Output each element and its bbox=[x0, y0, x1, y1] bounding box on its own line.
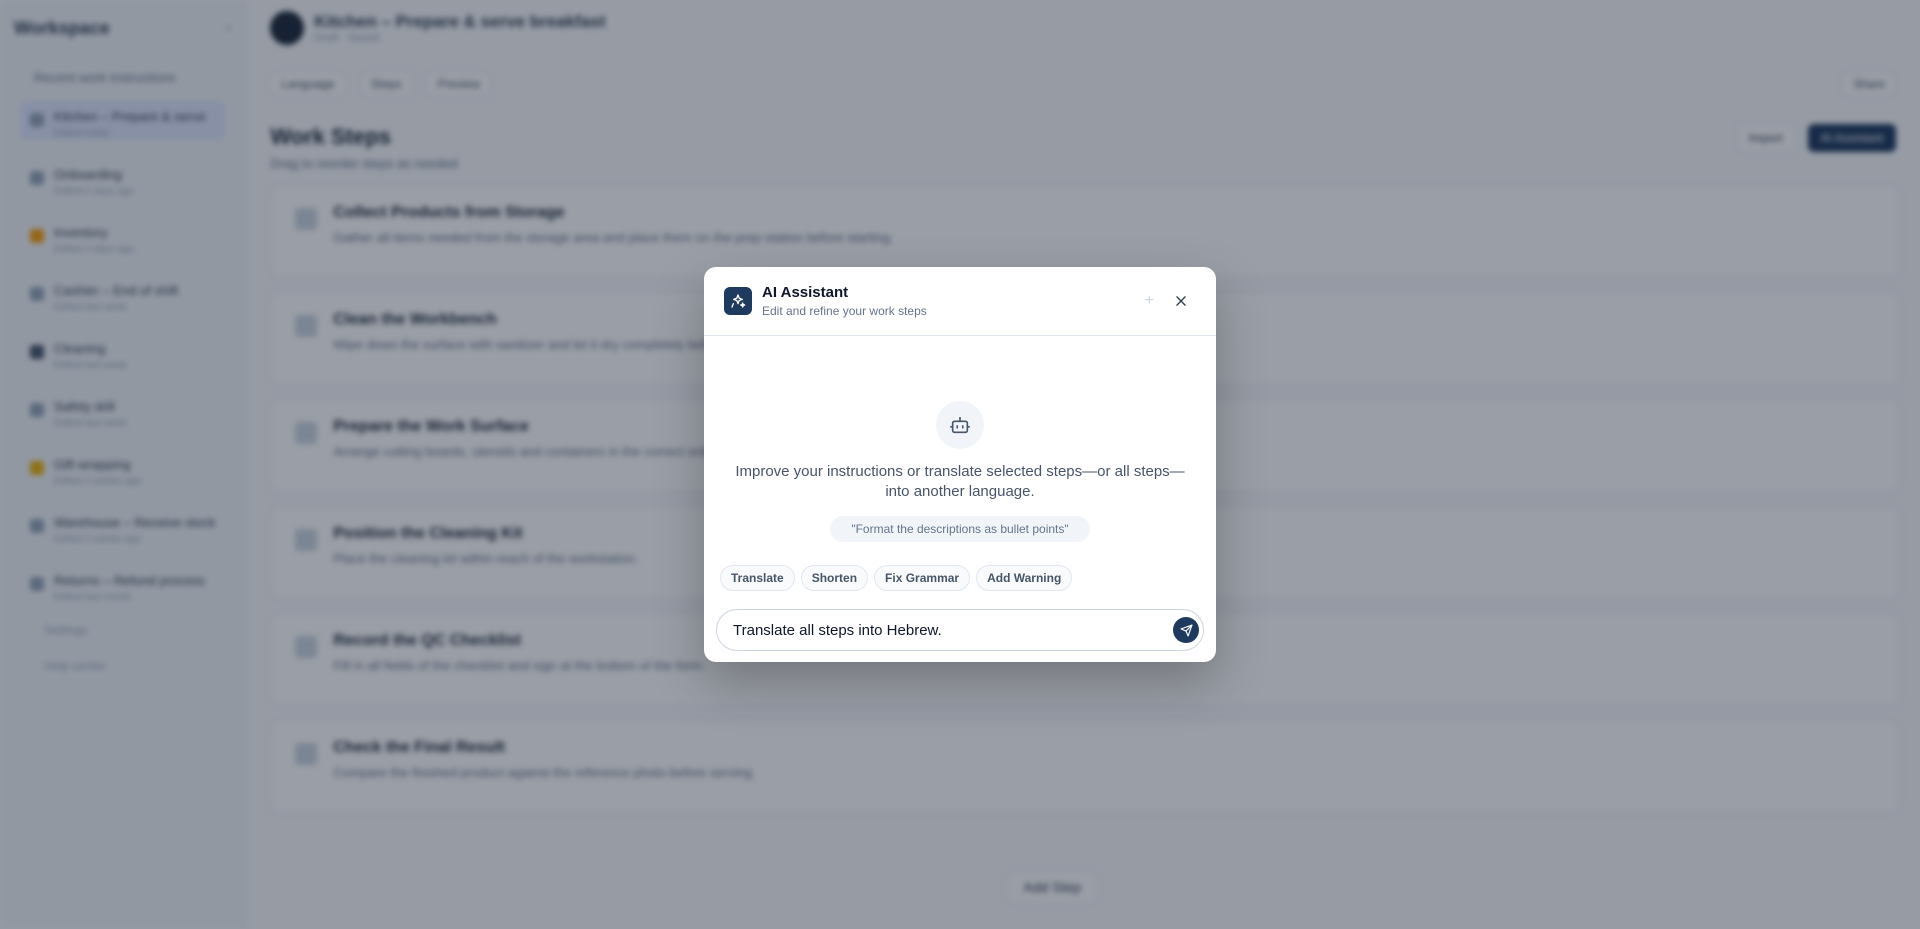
shorten-chip[interactable]: Shorten bbox=[800, 565, 869, 591]
add-warning-chip[interactable]: Add Warning bbox=[976, 565, 1073, 591]
quick-actions: Translate Shorten Fix Grammar Add Warnin… bbox=[720, 565, 1073, 591]
fix-grammar-chip[interactable]: Fix Grammar bbox=[874, 565, 971, 591]
prompt-input-container bbox=[716, 609, 1204, 651]
dialog-header: AI Assistant Edit and refine your work s… bbox=[704, 267, 1216, 336]
translate-chip[interactable]: Translate bbox=[720, 565, 795, 591]
prompt-input[interactable] bbox=[733, 621, 1173, 639]
dialog-title: AI Assistant bbox=[762, 284, 849, 301]
dialog-subtitle: Edit and refine your work steps bbox=[762, 304, 927, 318]
dialog-body: Improve your instructions or translate s… bbox=[704, 336, 1216, 662]
assistant-intro-text: Improve your instructions or translate s… bbox=[735, 463, 1185, 500]
ai-assistant-dialog: AI Assistant Edit and refine your work s… bbox=[704, 267, 1216, 662]
new-chat-icon[interactable]: + bbox=[1145, 293, 1154, 309]
robot-icon bbox=[936, 401, 984, 449]
sparkles-icon bbox=[724, 287, 752, 315]
close-icon[interactable] bbox=[1172, 292, 1190, 310]
send-icon[interactable] bbox=[1173, 617, 1199, 643]
example-prompt[interactable]: "Format the descriptions as bullet point… bbox=[830, 516, 1090, 542]
